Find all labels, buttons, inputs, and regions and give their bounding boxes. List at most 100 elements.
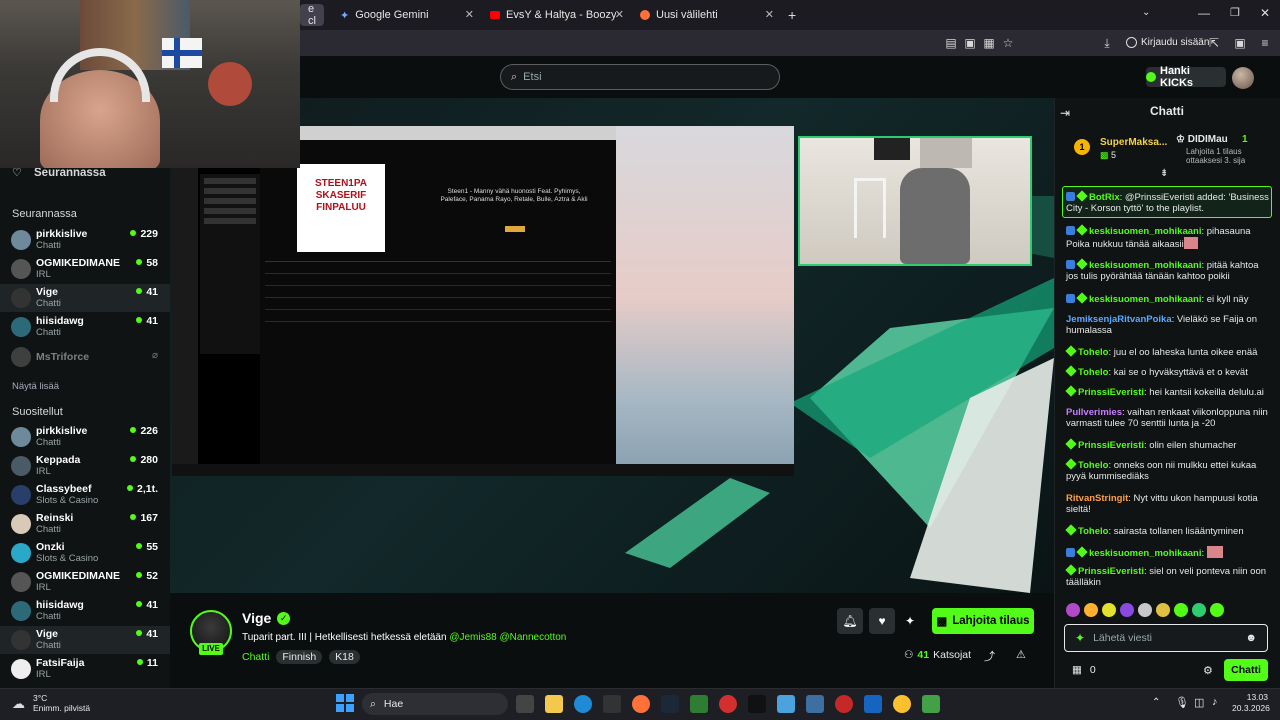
clock[interactable]: 13.03 20.3.2026 bbox=[1232, 692, 1270, 714]
minimize-icon[interactable]: — bbox=[1198, 6, 1210, 20]
new-tab-icon[interactable]: + bbox=[788, 7, 796, 23]
chat-input[interactable]: ✦ Lähetä viesti ☻ bbox=[1064, 624, 1268, 652]
terminal-icon[interactable] bbox=[748, 695, 766, 713]
emote-icon[interactable] bbox=[1066, 603, 1080, 617]
mention-link[interactable]: @Nannecotton bbox=[500, 632, 567, 643]
weather-widget[interactable]: 3°C Enimm. pilvistä bbox=[33, 693, 90, 713]
emote-icon[interactable] bbox=[1138, 603, 1152, 617]
emote-icon[interactable] bbox=[1120, 603, 1134, 617]
sidebar-rec-onzki[interactable]: Onzki Slots & Casino 55 bbox=[0, 539, 170, 567]
paint-icon[interactable] bbox=[777, 695, 795, 713]
mention-link[interactable]: @Jemis88 bbox=[449, 632, 496, 643]
tab-gemini[interactable]: ✦ Google Gemini ✕ bbox=[332, 4, 480, 26]
report-icon[interactable]: ⚠ bbox=[1016, 648, 1026, 661]
task-view-icon[interactable] bbox=[516, 695, 534, 713]
chat-username[interactable]: PrinssiEveristi bbox=[1078, 387, 1144, 398]
emote-icon[interactable] bbox=[1156, 603, 1170, 617]
maximize-icon[interactable]: ❐ bbox=[1230, 6, 1240, 19]
download-icon[interactable]: ⤓ bbox=[1100, 36, 1114, 50]
chat-username[interactable]: Tohelo bbox=[1078, 367, 1108, 378]
sidebar-rec-reinski[interactable]: Reinski Chatti 167 bbox=[0, 510, 170, 538]
notification-bell-button[interactable]: 🔔︎ bbox=[837, 608, 863, 634]
tab-new[interactable]: Uusi välilehti ✕ bbox=[632, 4, 780, 26]
menu-icon[interactable]: ≡ bbox=[1258, 36, 1272, 50]
extensions-icon[interactable]: ⇱ bbox=[1207, 36, 1221, 50]
login-button[interactable]: Kirjaudu sisään bbox=[1126, 37, 1209, 48]
steam-icon[interactable] bbox=[661, 695, 679, 713]
sidebar-rec-fatsifaija[interactable]: FatsiFaija IRL 11 bbox=[0, 655, 170, 683]
app-icon[interactable] bbox=[835, 695, 853, 713]
channel-points[interactable]: ▦ 0 bbox=[1072, 664, 1096, 676]
sidebar-rec-vige[interactable]: Vige Chatti 41 bbox=[0, 626, 170, 654]
reader-icon[interactable]: ▤ bbox=[944, 36, 958, 50]
emote-icon[interactable] bbox=[1102, 603, 1116, 617]
store-icon[interactable] bbox=[603, 695, 621, 713]
tag-pill[interactable]: K18 bbox=[329, 650, 360, 664]
chat-username[interactable]: PrinssiEveristi bbox=[1078, 440, 1144, 451]
chat-username[interactable]: keskisuomen_mohikaani bbox=[1089, 294, 1201, 305]
pin-icon[interactable]: ⇟ bbox=[1160, 168, 1168, 179]
bookmark-star-icon[interactable]: ☆ bbox=[1001, 36, 1015, 50]
chat-username[interactable]: RitvanStringit bbox=[1066, 493, 1128, 504]
sidebar-item-hiisidawg[interactable]: hiisidawg Chatti 41 bbox=[0, 313, 170, 341]
network-icon[interactable]: ◫ bbox=[1194, 696, 1204, 709]
tab-active[interactable]: e cl bbox=[300, 3, 324, 27]
chat-username[interactable]: Tohelo bbox=[1078, 347, 1108, 358]
chat-username[interactable]: BotRix bbox=[1089, 192, 1120, 203]
streamer-name[interactable]: Vige bbox=[242, 610, 271, 626]
category-link[interactable]: Chatti bbox=[242, 651, 269, 663]
chat-username[interactable]: PrinssiEveristi bbox=[1078, 566, 1144, 577]
chat-username[interactable]: JemiksenjaRitvanPoika bbox=[1066, 314, 1172, 325]
emote-icon[interactable] bbox=[1084, 603, 1098, 617]
gift-sub-button[interactable]: ▩ Lahjoita tilaus bbox=[932, 608, 1034, 634]
app-icon[interactable] bbox=[806, 695, 824, 713]
sidebar-item-vige[interactable]: Vige Chatti 41 bbox=[0, 284, 170, 312]
pocket-icon[interactable]: ▦ bbox=[982, 36, 996, 50]
search-input[interactable]: ⌕ Etsi bbox=[500, 64, 780, 90]
show-more-link[interactable]: Näytä lisää bbox=[12, 381, 59, 392]
chat-username[interactable]: Pullverimies bbox=[1066, 407, 1122, 418]
settings-gear-icon[interactable]: ⚙ bbox=[1203, 664, 1213, 677]
follow-button[interactable]: ♥ bbox=[869, 608, 895, 634]
volume-icon[interactable]: ♪ bbox=[1212, 696, 1218, 708]
chat-username[interactable]: Tohelo bbox=[1078, 460, 1108, 471]
sparkle-icon[interactable]: ✦ bbox=[905, 614, 915, 628]
chat-username[interactable]: Tohelo bbox=[1078, 526, 1108, 537]
firefox-taskbar-icon[interactable] bbox=[632, 695, 650, 713]
sidebar-rec-classybeef[interactable]: Classybeef Slots & Casino 2,1t. bbox=[0, 481, 170, 509]
microphone-icon[interactable]: 🎙︎ bbox=[1175, 696, 1189, 709]
app-icon[interactable] bbox=[690, 695, 708, 713]
sidebar-rec-keppada[interactable]: Keppada IRL 280 bbox=[0, 452, 170, 480]
chevron-down-icon[interactable]: ⌄ bbox=[1142, 7, 1150, 18]
sidebar-rec-ogmikedimane[interactable]: OGMIKEDIMANE IRL 52 bbox=[0, 568, 170, 596]
close-tab-icon[interactable]: ✕ bbox=[615, 8, 624, 21]
notepad-icon[interactable] bbox=[922, 695, 940, 713]
leaderboard-name[interactable]: SuperMaksa... bbox=[1100, 137, 1167, 148]
chat-username[interactable]: keskisuomen_mohikaani bbox=[1089, 226, 1201, 237]
sidebar-item-pirkkislive[interactable]: pirkkislive Chatti 229 bbox=[0, 226, 170, 254]
chat-send-button[interactable]: Chatti bbox=[1224, 659, 1268, 681]
tab-youtube[interactable]: EvsY & Haltya - Boozy's Funky C ✕ bbox=[482, 4, 630, 26]
extension-badge-icon[interactable]: ▣ bbox=[1233, 36, 1247, 50]
sidebar-rec-hiisidawg[interactable]: hiisidawg Chatti 41 bbox=[0, 597, 170, 625]
emote-icon[interactable] bbox=[1210, 603, 1224, 617]
chat-username[interactable]: keskisuomen_mohikaani bbox=[1089, 548, 1201, 559]
file-explorer-icon[interactable] bbox=[545, 695, 563, 713]
sidebar-rec-pirkkislive[interactable]: pirkkislive Chatti 226 bbox=[0, 423, 170, 451]
close-tab-icon[interactable]: ✕ bbox=[765, 8, 774, 21]
user-avatar[interactable] bbox=[1232, 67, 1254, 89]
start-button[interactable] bbox=[336, 694, 354, 712]
close-tab-icon[interactable]: ✕ bbox=[465, 8, 474, 21]
sidebar-item-mstriforce[interactable]: MsTriforce ⌀ bbox=[0, 343, 170, 371]
chrome-icon[interactable] bbox=[893, 695, 911, 713]
share-icon[interactable]: ⤴ bbox=[984, 648, 995, 664]
leaderboard-second[interactable]: ♔ DIDIMau 1 bbox=[1176, 134, 1248, 145]
screenshot-icon[interactable]: ▣ bbox=[963, 36, 977, 50]
emote-icon[interactable] bbox=[1174, 603, 1188, 617]
tag-pill[interactable]: Finnish bbox=[276, 650, 323, 664]
tray-chevron-icon[interactable]: ⌃ bbox=[1152, 697, 1160, 708]
edge-icon[interactable] bbox=[574, 695, 592, 713]
close-window-icon[interactable]: ✕ bbox=[1260, 6, 1270, 20]
sidebar-item-ogmikedimane[interactable]: OGMIKEDIMANE IRL 58 bbox=[0, 255, 170, 283]
taskbar-search[interactable]: ⌕ Hae bbox=[362, 693, 508, 715]
